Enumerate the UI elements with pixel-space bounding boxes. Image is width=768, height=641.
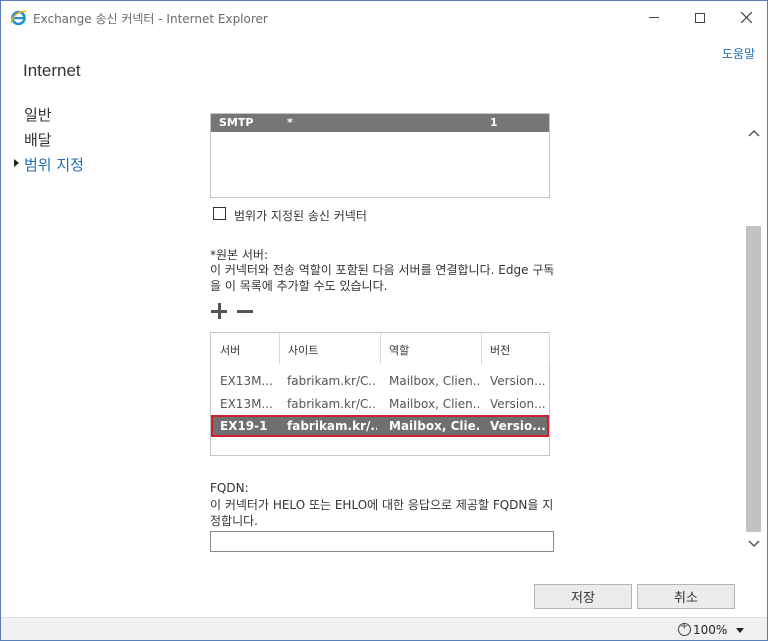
table-row-selected[interactable]: EX19-1 fabrikam.kr/... Mailbox, Clie... …: [211, 415, 549, 437]
cancel-button[interactable]: 취소: [637, 584, 735, 609]
chevron-down-icon[interactable]: [736, 628, 744, 633]
source-servers-label: *원본 서버:: [210, 248, 269, 262]
scrollbar-thumb[interactable]: [746, 226, 761, 532]
column-header-role[interactable]: 역할: [380, 333, 482, 364]
cell-server: EX13M...: [220, 397, 273, 411]
table-row[interactable]: EX13M... fabrikam.kr/C... Mailbox, Clien…: [211, 393, 549, 415]
close-button[interactable]: [723, 1, 767, 34]
address-type: SMTP: [219, 116, 254, 129]
add-server-icon[interactable]: [211, 303, 227, 319]
save-button[interactable]: 저장: [534, 584, 632, 609]
column-header-site[interactable]: 사이트: [279, 333, 381, 364]
table-row[interactable]: EX13M... fabrikam.kr/C... Mailbox, Clien…: [211, 370, 549, 392]
scroll-up-icon[interactable]: [747, 126, 761, 140]
maximize-button[interactable]: [677, 1, 723, 34]
cell-site: fabrikam.kr/C...: [287, 374, 377, 388]
scroll-down-icon[interactable]: [747, 537, 761, 551]
title-bar: Exchange 송신 커넥터 - Internet Explorer: [1, 1, 767, 34]
scoped-connector-checkbox[interactable]: [213, 207, 226, 220]
page-title: Internet: [23, 61, 81, 80]
help-link[interactable]: 도움말: [722, 45, 755, 62]
zoom-level[interactable]: 100%: [693, 623, 727, 637]
source-servers-table: 서버 사이트 역할 버전 EX13M... fabrikam.kr/C... M…: [210, 332, 550, 456]
nav-active-arrow-icon: [14, 159, 19, 167]
source-servers-description: 이 커넥터와 전송 역할이 포함된 다음 서버를 연결합니다. Edge 구독을…: [210, 263, 555, 293]
fqdn-description: 이 커넥터가 HELO 또는 EHLO에 대한 응답으로 제공할 FQDN을 지…: [210, 498, 554, 528]
address-space-list: SMTP * 1: [210, 113, 550, 198]
address-domain: *: [287, 116, 293, 129]
zoom-icon[interactable]: [678, 621, 691, 636]
column-header-server[interactable]: 서버: [211, 333, 280, 364]
maximize-icon: [695, 12, 705, 23]
cell-site: fabrikam.kr/...: [287, 419, 377, 433]
nav-item-delivery[interactable]: 배달: [24, 129, 52, 150]
remove-server-icon[interactable]: [237, 303, 253, 319]
minimize-icon: [649, 17, 659, 18]
cell-server: EX13M...: [220, 374, 273, 388]
cell-server: EX19-1: [220, 419, 268, 433]
nav-item-general[interactable]: 일반: [24, 104, 52, 125]
fqdn-label: FQDN:: [210, 481, 249, 495]
window-title: Exchange 송신 커넥터 - Internet Explorer: [33, 12, 268, 26]
cell-role: Mailbox, Clien...: [389, 374, 479, 388]
ie-icon: [10, 10, 27, 26]
address-cost: 1: [490, 116, 498, 129]
minimize-button[interactable]: [631, 1, 677, 34]
fqdn-input[interactable]: [210, 531, 554, 552]
cell-version: Versio...: [490, 419, 546, 433]
cell-site: fabrikam.kr/C...: [287, 397, 377, 411]
nav-item-scoping[interactable]: 범위 지정: [24, 154, 84, 175]
column-header-version[interactable]: 버전: [481, 333, 550, 364]
browser-window: Exchange 송신 커넥터 - Internet Explorer 도움말 …: [0, 0, 768, 641]
status-bar: 100%: [1, 617, 767, 640]
cell-role: Mailbox, Clien...: [389, 397, 479, 411]
close-icon: [740, 12, 752, 23]
scoped-connector-label: 범위가 지정된 송신 커넥터: [234, 209, 367, 223]
address-space-row[interactable]: SMTP * 1: [211, 114, 549, 132]
cell-version: Version...: [490, 397, 546, 411]
cell-version: Version...: [490, 374, 546, 388]
cell-role: Mailbox, Clie...: [389, 419, 479, 433]
